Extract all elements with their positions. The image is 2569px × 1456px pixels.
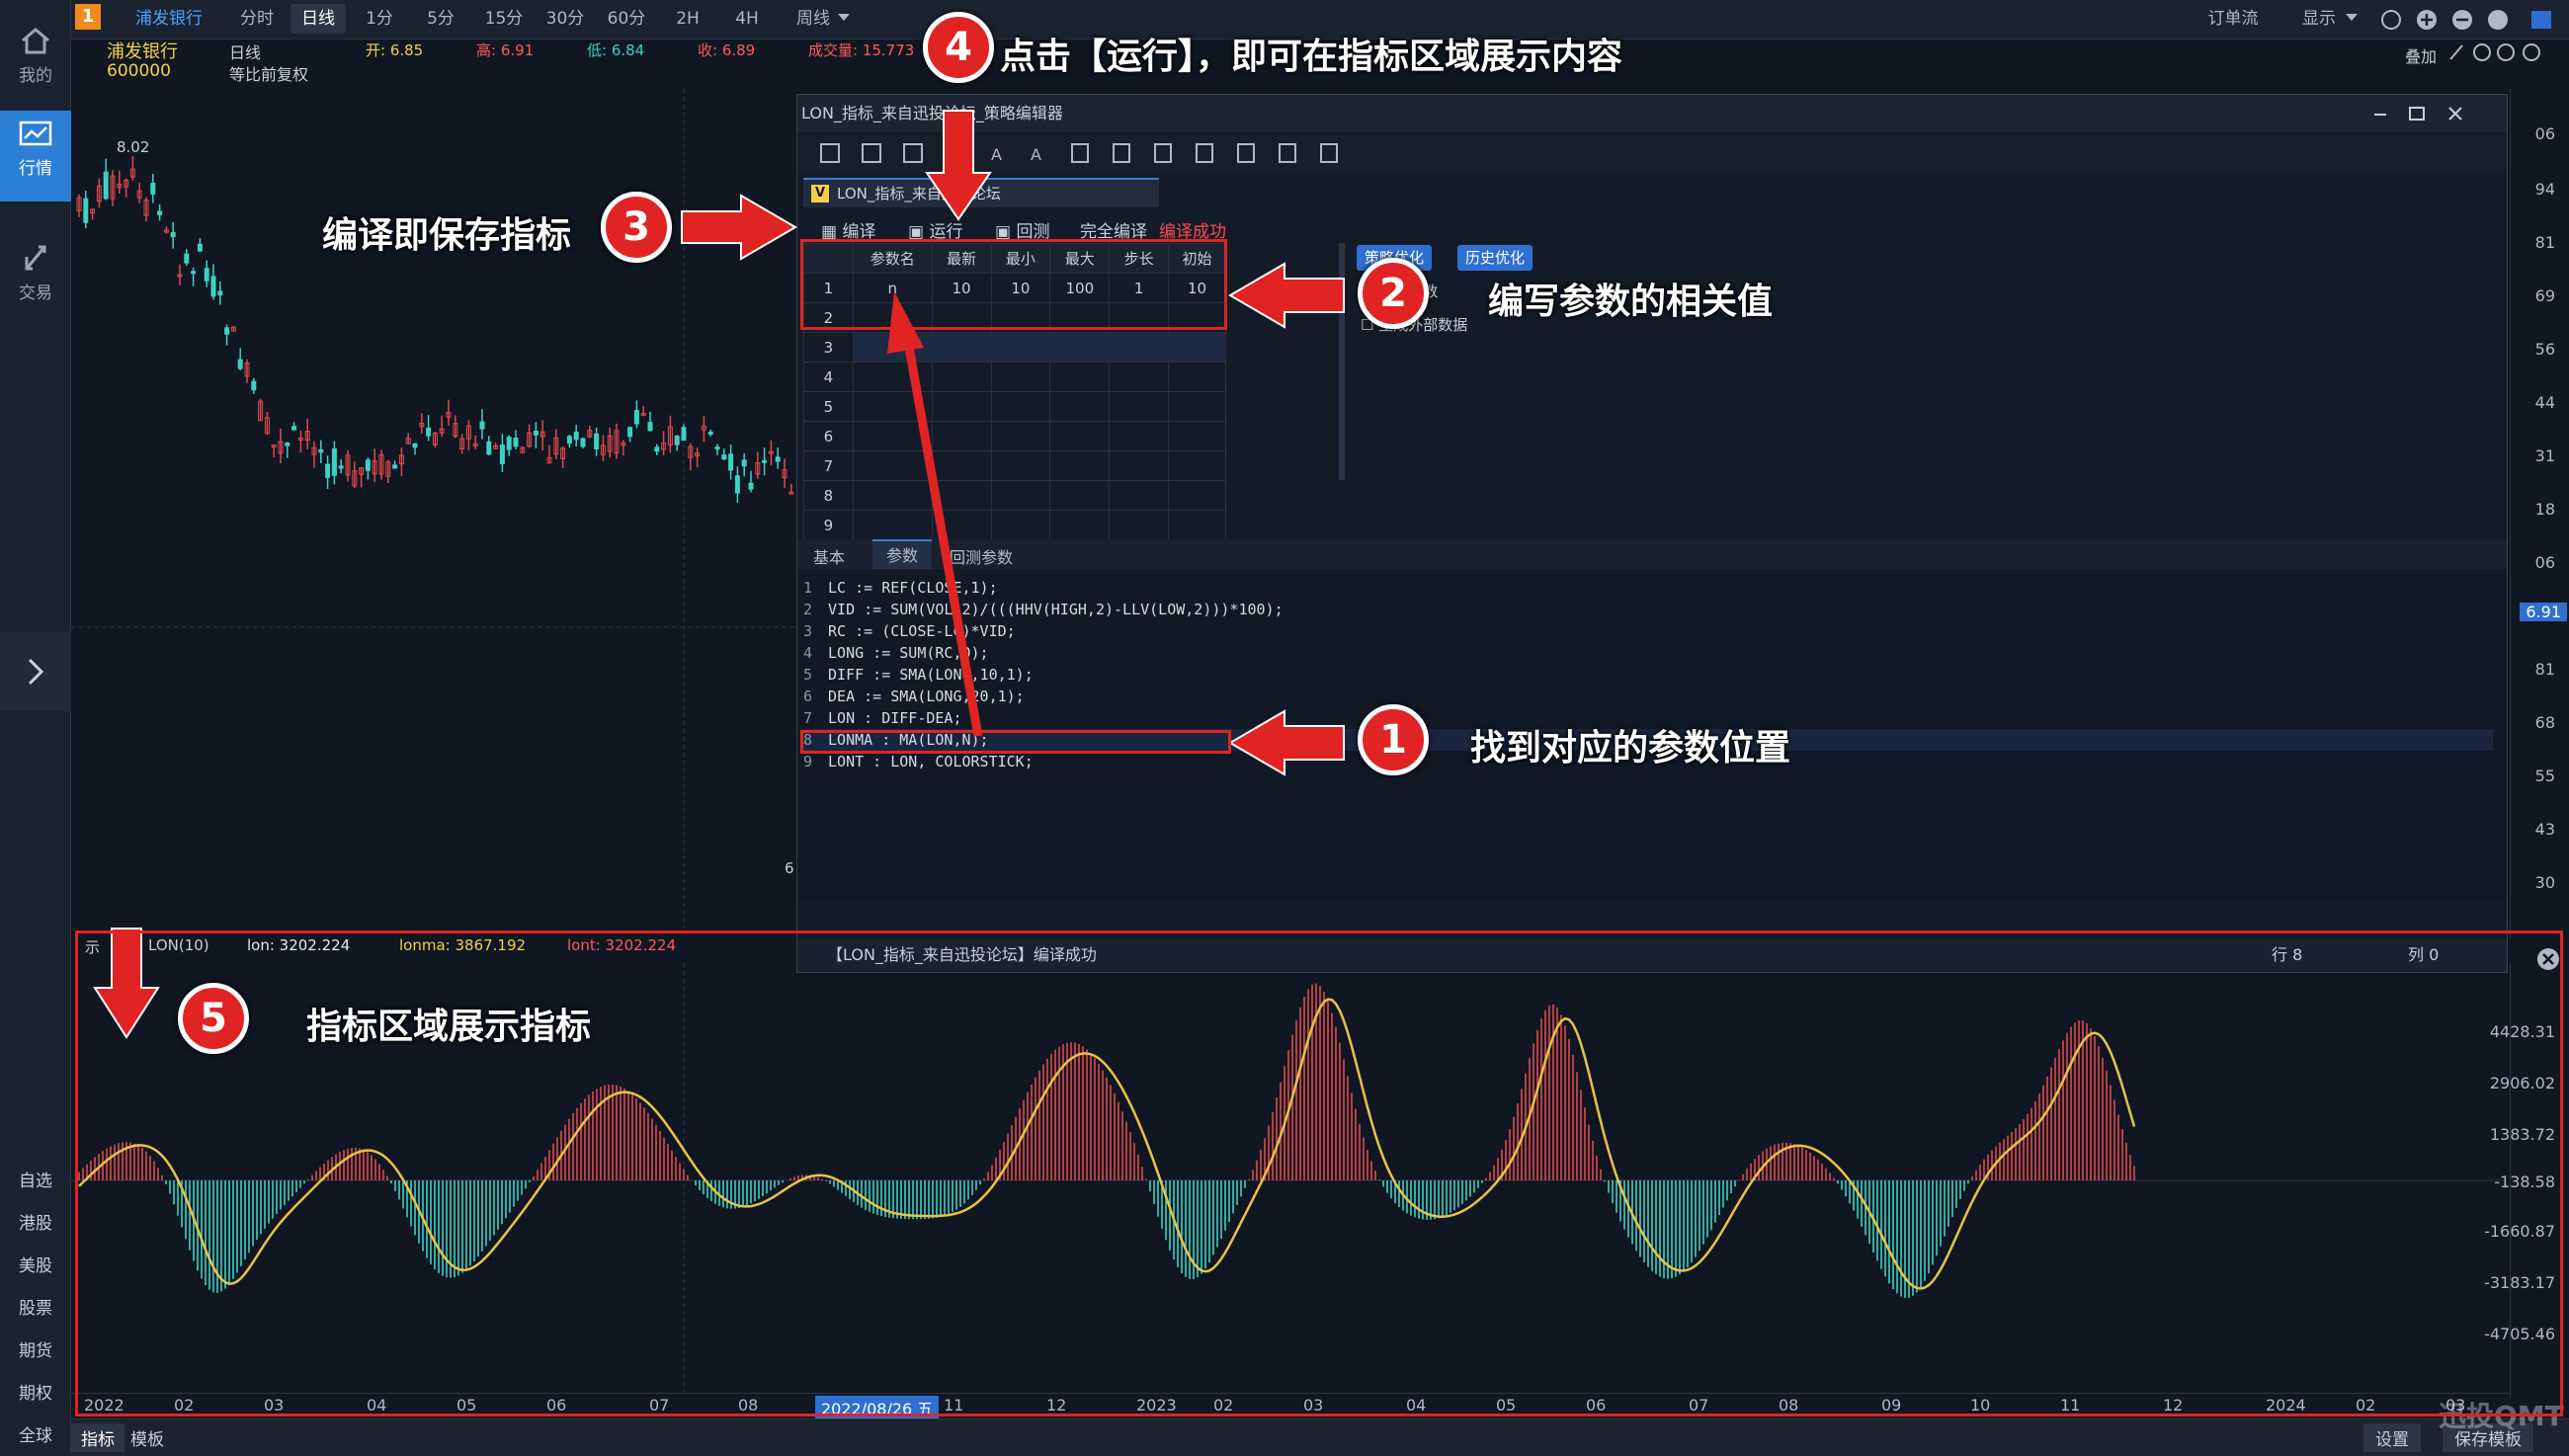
- step-4-text: 点击【运行】，即可在指标区域展示内容: [1000, 37, 1623, 77]
- step-1-text: 找到对应的参数位置: [1470, 728, 1791, 768]
- step-2-text: 编写参数的相关值: [1488, 282, 1774, 322]
- step-3-badge: 3: [601, 192, 672, 263]
- app-window: { "left_rail": { "items": [ {"label": "我…: [0, 0, 2569, 1456]
- step-4-badge: 4: [923, 12, 994, 83]
- step-2-badge: 2: [1358, 258, 1429, 329]
- step-5-text: 指标区域展示指标: [306, 1007, 592, 1047]
- step-3-text: 编译即保存指标: [322, 215, 572, 256]
- step-1-badge: 1: [1358, 704, 1429, 775]
- step-5-badge: 5: [178, 983, 249, 1054]
- param-row-highlight: [800, 239, 1227, 330]
- code-line-highlight: [800, 730, 1231, 754]
